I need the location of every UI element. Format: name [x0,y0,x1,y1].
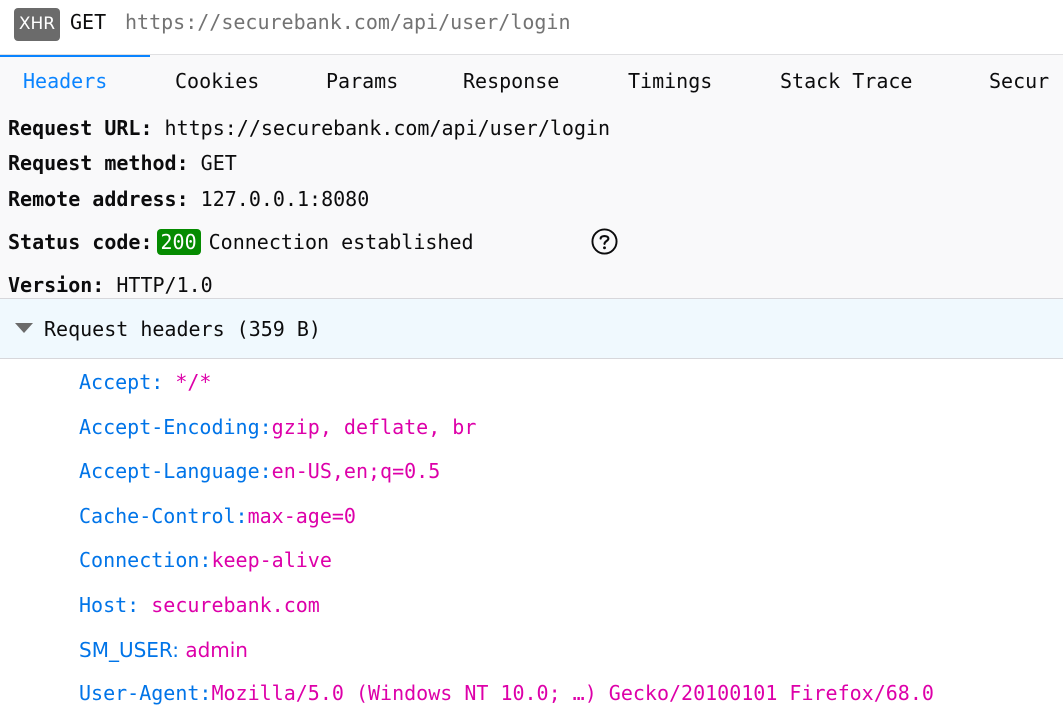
request-headers-title: Request headers (359 B) [44,317,321,341]
header-value: securebank.com [151,593,320,617]
summary-request-method: Request method: GET [8,149,237,177]
tab-headers[interactable]: Headers [23,55,107,108]
header-name: Connection: [79,548,212,572]
header-row: User-Agent:Mozilla/5.0 (Windows NT 10.0;… [79,679,934,707]
version-value: HTTP/1.0 [116,273,213,297]
tab-response[interactable]: Response [463,55,559,108]
header-value: keep-alive [211,548,332,572]
tab-stack-trace[interactable]: Stack Trace [780,55,912,108]
request-headers-toggle[interactable]: Request headers (359 B) [0,299,1063,359]
header-row: Host: securebank.com [79,591,320,619]
request-url-label: Request URL: [8,116,153,140]
header-value: en-US,en;q=0.5 [271,459,441,483]
xhr-badge: XHR [14,8,60,41]
summary-request-url: Request URL: https://securebank.com/api/… [8,114,610,142]
header-row: SM_USER: admin [79,636,248,664]
tab-params[interactable]: Params [326,55,398,108]
tab-bar: Headers Cookies Params Response Timings … [0,54,1063,109]
summary-remote-address: Remote address: 127.0.0.1:8080 [8,185,369,213]
header-name: Accept-Encoding: [79,415,272,439]
status-text: Connection established [208,230,474,254]
header-value: Mozilla/5.0 (Windows NT 10.0; …) Gecko/2… [211,681,934,705]
tab-security[interactable]: Secur [989,55,1049,108]
headers-summary: Request URL: https://securebank.com/api/… [0,108,1063,299]
request-bar: XHR GET https://securebank.com/api/user/… [0,0,1063,46]
header-row: Cache-Control:max-age=0 [79,502,356,530]
header-name: User-Agent: [79,681,212,705]
request-url-value: https://securebank.com/api/user/login [164,116,611,140]
help-circle-icon[interactable] [591,228,618,255]
tab-timings[interactable]: Timings [628,55,712,108]
header-row: Connection:keep-alive [79,546,332,574]
status-code-label: Status code: [8,230,153,254]
tab-cookies[interactable]: Cookies [175,55,259,108]
header-name: SM_USER: [79,638,179,662]
request-method-label: Request method: [8,151,189,175]
status-badge: 200 [156,229,201,255]
header-value: max-age=0 [247,504,356,528]
header-row: Accept: */* [79,368,211,396]
header-value: gzip, deflate, br [271,415,477,439]
header-row: Accept-Language:en-US,en;q=0.5 [79,457,440,485]
summary-status-code: Status code: 200 Connection established [8,228,474,256]
request-method-value: GET [200,151,237,175]
header-name: Host: [79,593,140,617]
request-url[interactable]: https://securebank.com/api/user/login [125,8,571,37]
remote-address-label: Remote address: [8,187,189,211]
header-name: Cache-Control: [79,504,248,528]
version-label: Version: [8,273,105,297]
remote-address-value: 127.0.0.1:8080 [200,187,370,211]
request-method: GET [70,10,107,34]
summary-version: Version: HTTP/1.0 [8,271,213,299]
header-row: Accept-Encoding:gzip, deflate, br [79,413,476,441]
header-value: */* [175,370,212,394]
header-name: Accept: [79,370,164,394]
header-value: admin [185,638,248,662]
triangle-down-icon [15,323,33,333]
header-name: Accept-Language: [79,459,272,483]
